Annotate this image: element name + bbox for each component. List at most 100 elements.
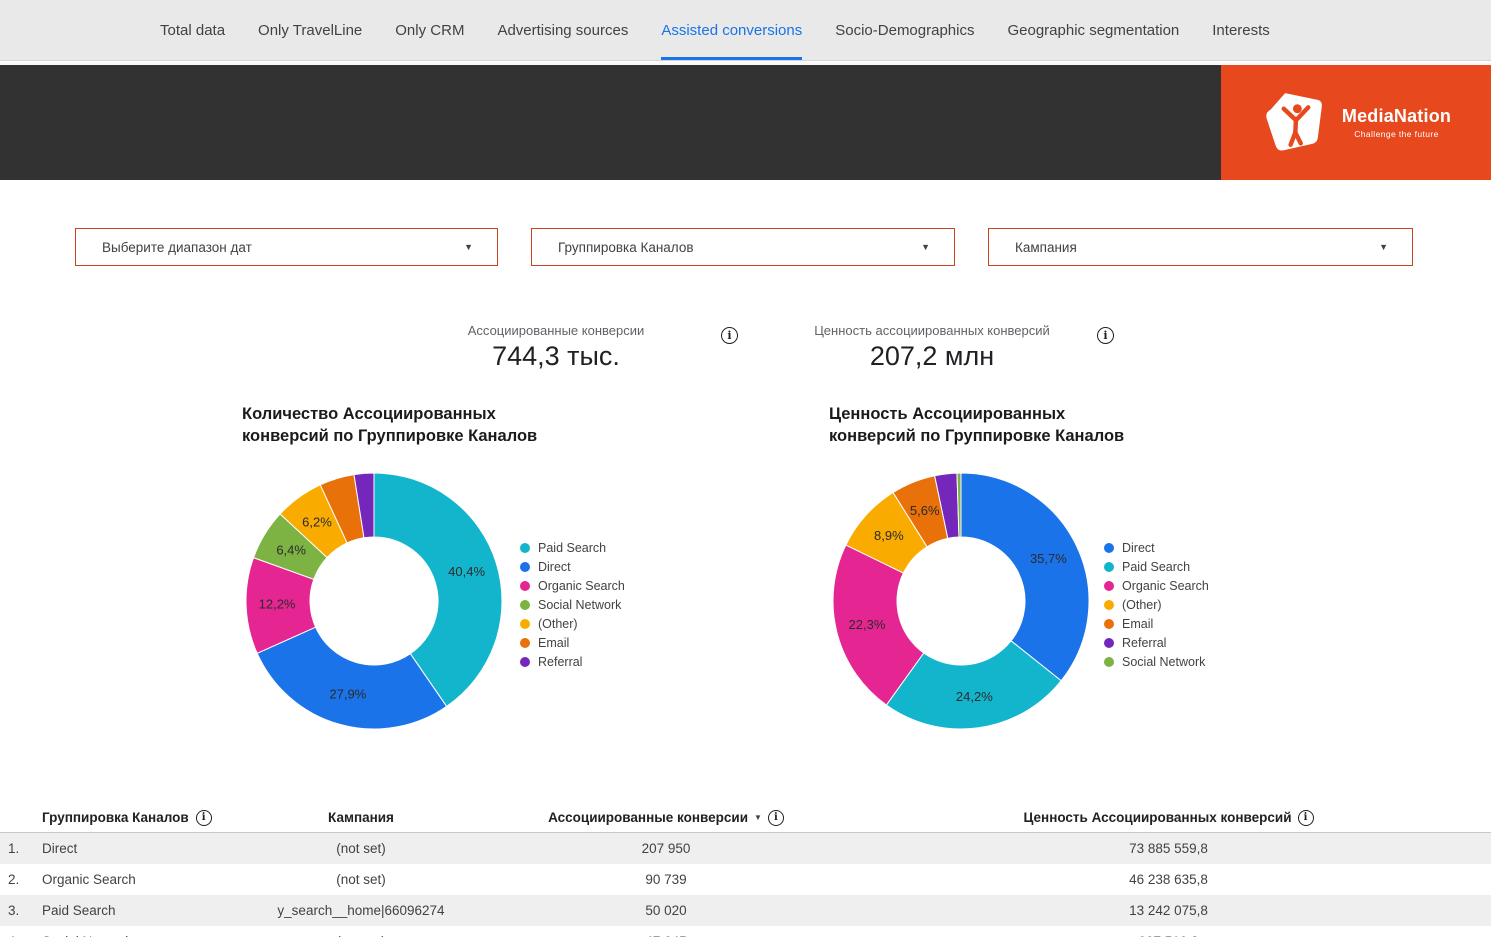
legend-dot-icon: [520, 543, 530, 553]
legend-dot-icon: [1104, 600, 1114, 610]
slice-percent-label: 27,9%: [329, 686, 366, 701]
legend-label: Referral: [1122, 636, 1166, 650]
tab-assisted-conversions[interactable]: Assisted conversions: [661, 0, 802, 60]
legend-label: Social Network: [1122, 655, 1205, 669]
brand-name: MediaNation: [1342, 106, 1451, 127]
legend-label: (Other): [538, 617, 578, 631]
info-icon[interactable]: i: [721, 327, 738, 344]
legend-item: Direct: [1104, 538, 1209, 557]
tab-geographic-segmentation[interactable]: Geographic segmentation: [1007, 0, 1179, 60]
tab-interests[interactable]: Interests: [1212, 0, 1270, 60]
chevron-down-icon: ▼: [464, 242, 473, 252]
cell-channel: Organic Search: [36, 872, 236, 887]
legend-label: Email: [1122, 617, 1153, 631]
scorecard-conversion-value: Ценность ассоциированных конверсий 207,2…: [792, 323, 1072, 372]
cell-channel: Direct: [36, 841, 236, 856]
chart-title-conversions: Количество Ассоциированных конверсий по …: [242, 403, 537, 447]
legend-label: Referral: [538, 655, 582, 669]
cell-campaign: (not set): [236, 841, 486, 856]
column-header-assisted-conversions[interactable]: Ассоциированные конверсии: [548, 810, 748, 825]
donut-slice-direct[interactable]: [257, 627, 446, 729]
legend-value: Direct Paid Search Organic Search (Other) Em…: [1104, 538, 1209, 671]
legend-item: Organic Search: [1104, 576, 1209, 595]
info-icon[interactable]: i: [1097, 327, 1114, 344]
scorecard-label: Ассоциированные конверсии: [416, 323, 696, 338]
cell-value: 13 242 075,8: [846, 903, 1491, 918]
scorecard-value: 207,2 млн: [792, 341, 1072, 372]
legend-item: Organic Search: [520, 576, 625, 595]
date-range-filter[interactable]: Выберите диапазон дат ▼: [75, 228, 498, 266]
table-row: 4. Social Network (not set) 47 045 907 5…: [0, 926, 1491, 937]
legend-conversions: Paid SearchDirect Organic Search Social Ne…: [520, 538, 625, 671]
legend-item: Social Network: [1104, 652, 1209, 671]
legend-item: Paid Search: [1104, 557, 1209, 576]
slice-percent-label: 8,9%: [874, 528, 904, 543]
scorecard-assisted-conversions: Ассоциированные конверсии 744,3 тыс.: [416, 323, 696, 372]
row-index: 2.: [0, 872, 36, 887]
legend-dot-icon: [520, 562, 530, 572]
legend-label: Email: [538, 636, 569, 650]
legend-item: Email: [520, 633, 625, 652]
tab-only-travelline[interactable]: Only TravelLine: [258, 0, 362, 60]
legend-item: Email: [1104, 614, 1209, 633]
campaign-filter-label: Кампания: [1015, 240, 1077, 255]
sort-desc-icon[interactable]: ▼: [754, 813, 762, 822]
slice-percent-label: 40,4%: [448, 564, 485, 579]
legend-dot-icon: [1104, 638, 1114, 648]
legend-dot-icon: [1104, 562, 1114, 572]
legend-label: Organic Search: [1122, 579, 1209, 593]
brand-tagline: Challenge the future: [1342, 129, 1451, 139]
row-index: 3.: [0, 903, 36, 918]
tab-socio-demographics[interactable]: Socio-Demographics: [835, 0, 974, 60]
legend-dot-icon: [520, 581, 530, 591]
cell-conversions: 50 020: [486, 903, 846, 918]
dashboard: Total data Only TravelLine Only CRM Adve…: [0, 0, 1491, 937]
header-banner: MediaNation Challenge the future: [0, 65, 1491, 180]
legend-item: Direct: [520, 557, 625, 576]
tab-only-crm[interactable]: Only CRM: [395, 0, 464, 60]
table-header-row: Группировка Каналов i Кампания Ассоцииро…: [0, 803, 1491, 833]
column-header-channel-grouping[interactable]: Группировка Каналов: [42, 810, 189, 825]
column-header-campaign[interactable]: Кампания: [328, 810, 394, 825]
column-header-conversion-value[interactable]: Ценность Ассоциированных конверсий: [1024, 810, 1292, 825]
legend-dot-icon: [1104, 581, 1114, 591]
legend-item: (Other): [520, 614, 625, 633]
chevron-down-icon: ▼: [921, 242, 930, 252]
info-icon[interactable]: i: [768, 810, 784, 826]
legend-dot-icon: [1104, 657, 1114, 667]
legend-item: Paid Search: [520, 538, 625, 557]
info-icon[interactable]: i: [1298, 810, 1314, 826]
table-row: 3. Paid Search y_search__home|66096274 5…: [0, 895, 1491, 926]
tab-total-data[interactable]: Total data: [160, 0, 225, 60]
slice-percent-label: 6,2%: [302, 515, 332, 530]
medianation-logo: MediaNation Challenge the future: [1221, 65, 1491, 180]
donut-chart-value: 35,7%24,2%22,3%8,9%5,6%: [831, 471, 1091, 731]
legend-label: Social Network: [538, 598, 621, 612]
cell-value: 46 238 635,8: [846, 872, 1491, 887]
tab-advertising-sources[interactable]: Advertising sources: [497, 0, 628, 60]
legend-dot-icon: [520, 619, 530, 629]
channel-grouping-filter[interactable]: Группировка Каналов ▼: [531, 228, 955, 266]
cell-campaign: (not set): [236, 872, 486, 887]
legend-label: (Other): [1122, 598, 1162, 612]
slice-percent-label: 22,3%: [849, 617, 886, 632]
cell-conversions: 207 950: [486, 841, 846, 856]
legend-item: Referral: [1104, 633, 1209, 652]
legend-dot-icon: [1104, 543, 1114, 553]
legend-label: Paid Search: [1122, 560, 1190, 574]
cell-channel: Paid Search: [36, 903, 236, 918]
medianation-figure-icon: [1261, 89, 1331, 157]
legend-item: Referral: [520, 652, 625, 671]
info-icon[interactable]: i: [196, 810, 212, 826]
campaign-filter[interactable]: Кампания ▼: [988, 228, 1413, 266]
donut-slice-direct[interactable]: [961, 473, 1089, 681]
slice-percent-label: 12,2%: [259, 597, 296, 612]
scorecard-value: 744,3 тыс.: [416, 341, 696, 372]
date-range-filter-label: Выберите диапазон дат: [102, 240, 252, 255]
legend-dot-icon: [520, 600, 530, 610]
channel-grouping-filter-label: Группировка Каналов: [558, 240, 694, 255]
slice-percent-label: 5,6%: [910, 503, 940, 518]
legend-label: Organic Search: [538, 579, 625, 593]
scorecard-label: Ценность ассоциированных конверсий: [792, 323, 1072, 338]
legend-label: Direct: [1122, 541, 1155, 555]
